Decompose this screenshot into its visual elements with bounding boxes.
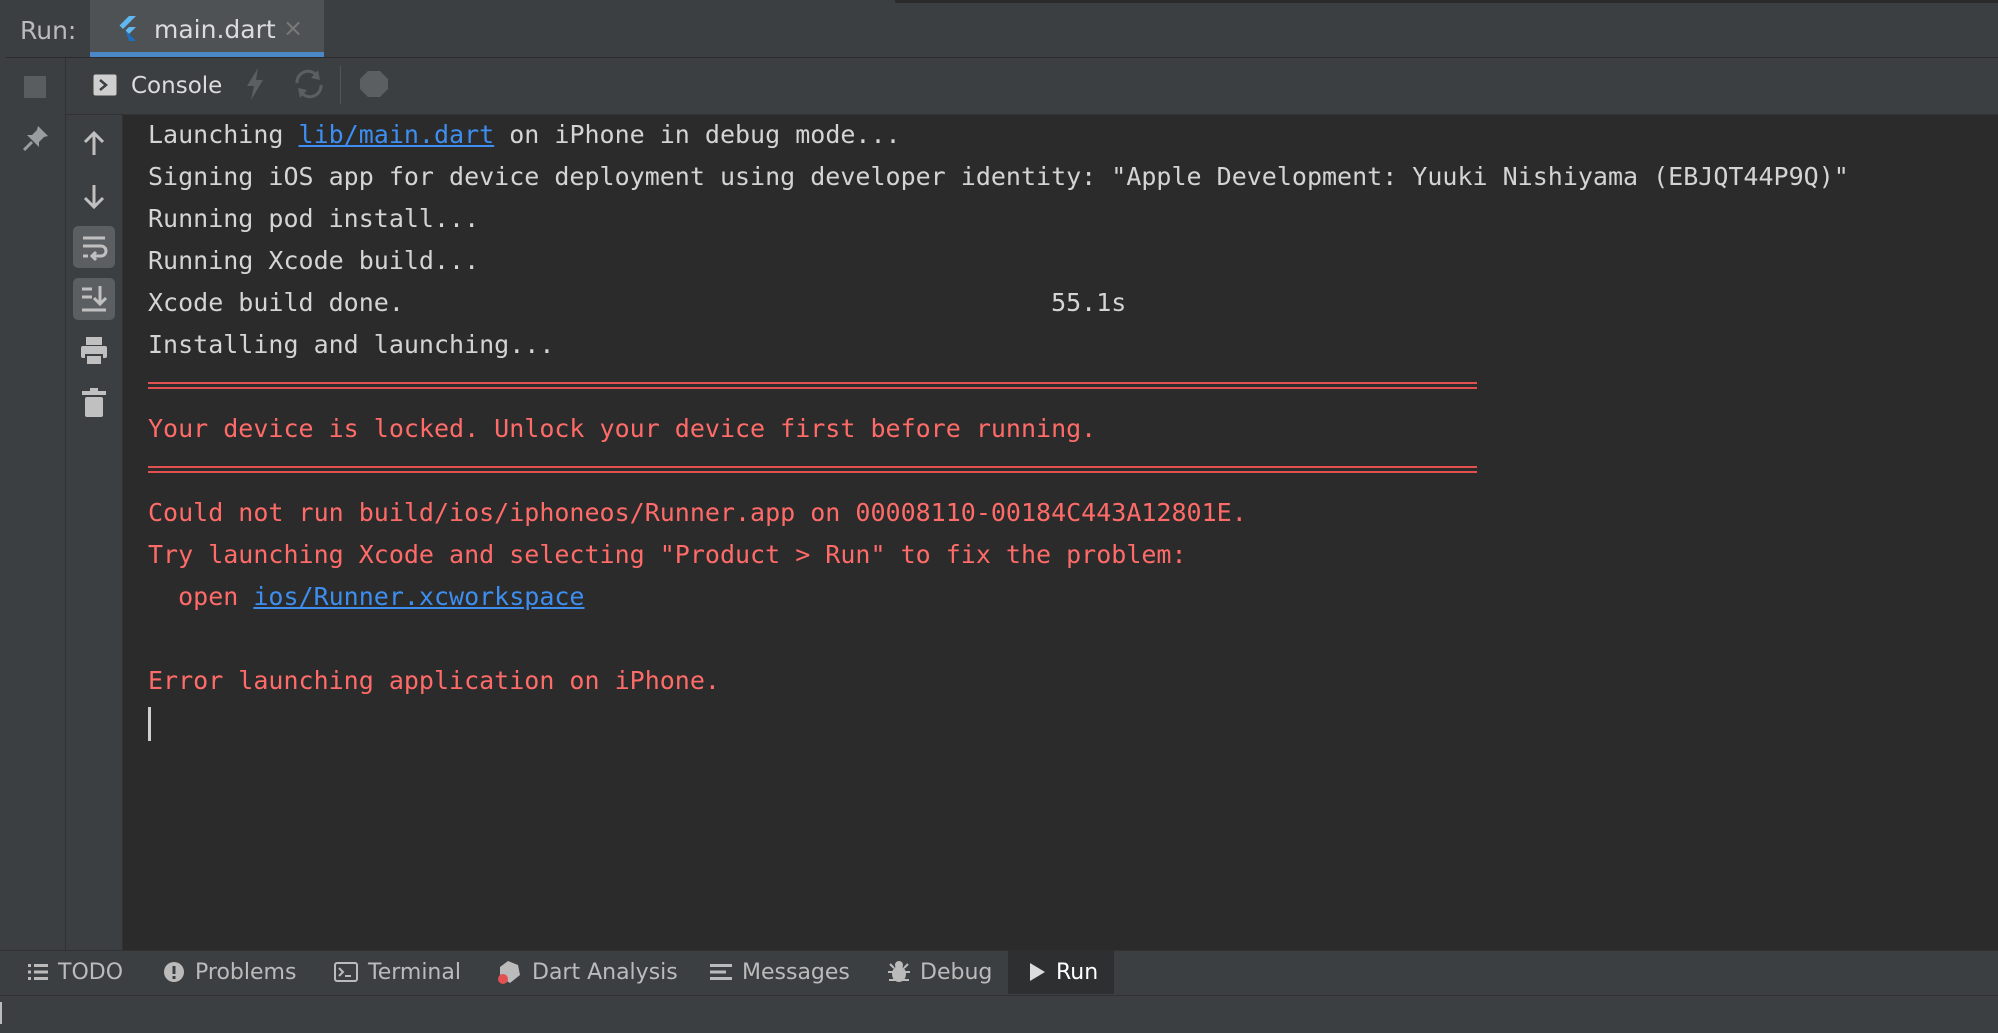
tab-terminal[interactable]: Terminal bbox=[334, 950, 461, 994]
reload-icon[interactable] bbox=[293, 69, 325, 99]
text-caret bbox=[148, 707, 151, 741]
problems-icon bbox=[164, 962, 184, 982]
devtools-icon[interactable] bbox=[359, 69, 389, 99]
error-line: open ios/Runner.xcworkspace bbox=[148, 582, 585, 611]
tab-messages[interactable]: Messages bbox=[710, 950, 850, 994]
console-tab-label[interactable]: Console bbox=[131, 73, 222, 99]
tab-todo[interactable]: TODO bbox=[28, 950, 123, 994]
console-line: Signing iOS app for device deployment us… bbox=[148, 162, 1849, 191]
window-edge bbox=[0, 0, 6, 1032]
console-toolbar bbox=[65, 58, 1998, 115]
console-line: Installing and launching... bbox=[148, 330, 555, 359]
console-line: Launching lib/main.dart on iPhone in deb… bbox=[148, 120, 901, 149]
stop-icon[interactable] bbox=[24, 76, 46, 98]
workspace-link[interactable]: ios/Runner.xcworkspace bbox=[253, 582, 584, 611]
tab-label: Debug bbox=[920, 959, 993, 985]
console-output[interactable] bbox=[123, 115, 1998, 950]
tab-label: Messages bbox=[742, 959, 850, 985]
error-line: Could not run build/ios/iphoneos/Runner.… bbox=[148, 498, 1247, 527]
run-icon bbox=[1030, 963, 1045, 981]
up-arrow-icon[interactable] bbox=[73, 123, 115, 165]
tab-problems[interactable]: Problems bbox=[163, 950, 296, 994]
toolbar-separator bbox=[340, 66, 341, 104]
trash-icon[interactable] bbox=[73, 382, 115, 424]
error-line: Error launching application on iPhone. bbox=[148, 666, 720, 695]
list-icon bbox=[28, 964, 48, 980]
scroll-to-end-icon[interactable] bbox=[73, 278, 115, 320]
tab-label: Terminal bbox=[368, 959, 461, 985]
error-divider bbox=[148, 382, 1477, 389]
error-line: Your device is locked. Unlock your devic… bbox=[148, 414, 1097, 443]
tab-title[interactable]: main.dart bbox=[154, 15, 276, 44]
console-line: Running pod install... bbox=[148, 204, 480, 233]
header-divider bbox=[895, 0, 1998, 3]
tab-dart-analysis[interactable]: Dart Analysis bbox=[496, 950, 678, 994]
error-divider bbox=[148, 466, 1477, 473]
pin-icon[interactable] bbox=[22, 124, 50, 152]
tab-label: TODO bbox=[58, 959, 124, 985]
tab-debug[interactable]: Debug bbox=[888, 950, 992, 994]
terminal-icon bbox=[334, 962, 358, 982]
run-panel-label: Run: bbox=[20, 16, 77, 45]
run-toolbar-left bbox=[0, 58, 66, 950]
file-link[interactable]: lib/main.dart bbox=[299, 120, 495, 149]
soft-wrap-icon[interactable] bbox=[73, 226, 115, 268]
tool-window-bar bbox=[0, 950, 1998, 995]
status-bar bbox=[0, 995, 1998, 1033]
bolt-icon[interactable] bbox=[245, 68, 265, 100]
print-icon[interactable] bbox=[73, 330, 115, 372]
tab-label: Dart Analysis bbox=[532, 959, 678, 985]
console-line: Xcode build done. 55.1s bbox=[148, 288, 1127, 317]
console-icon[interactable] bbox=[93, 74, 117, 96]
status-indicator bbox=[0, 1002, 2, 1024]
tab-label: Run bbox=[1056, 959, 1099, 985]
tab-label: Problems bbox=[195, 959, 297, 985]
debug-icon bbox=[888, 961, 910, 982]
flutter-icon bbox=[117, 15, 137, 41]
dart-analysis-icon bbox=[498, 961, 520, 984]
messages-icon bbox=[710, 964, 732, 980]
close-icon[interactable]: × bbox=[283, 16, 303, 40]
down-arrow-icon[interactable] bbox=[73, 175, 115, 217]
tab-run[interactable]: Run bbox=[1008, 950, 1115, 994]
error-line: Try launching Xcode and selecting "Produ… bbox=[148, 540, 1187, 569]
console-line: Running Xcode build... bbox=[148, 246, 480, 275]
active-tab-indicator bbox=[90, 52, 324, 57]
